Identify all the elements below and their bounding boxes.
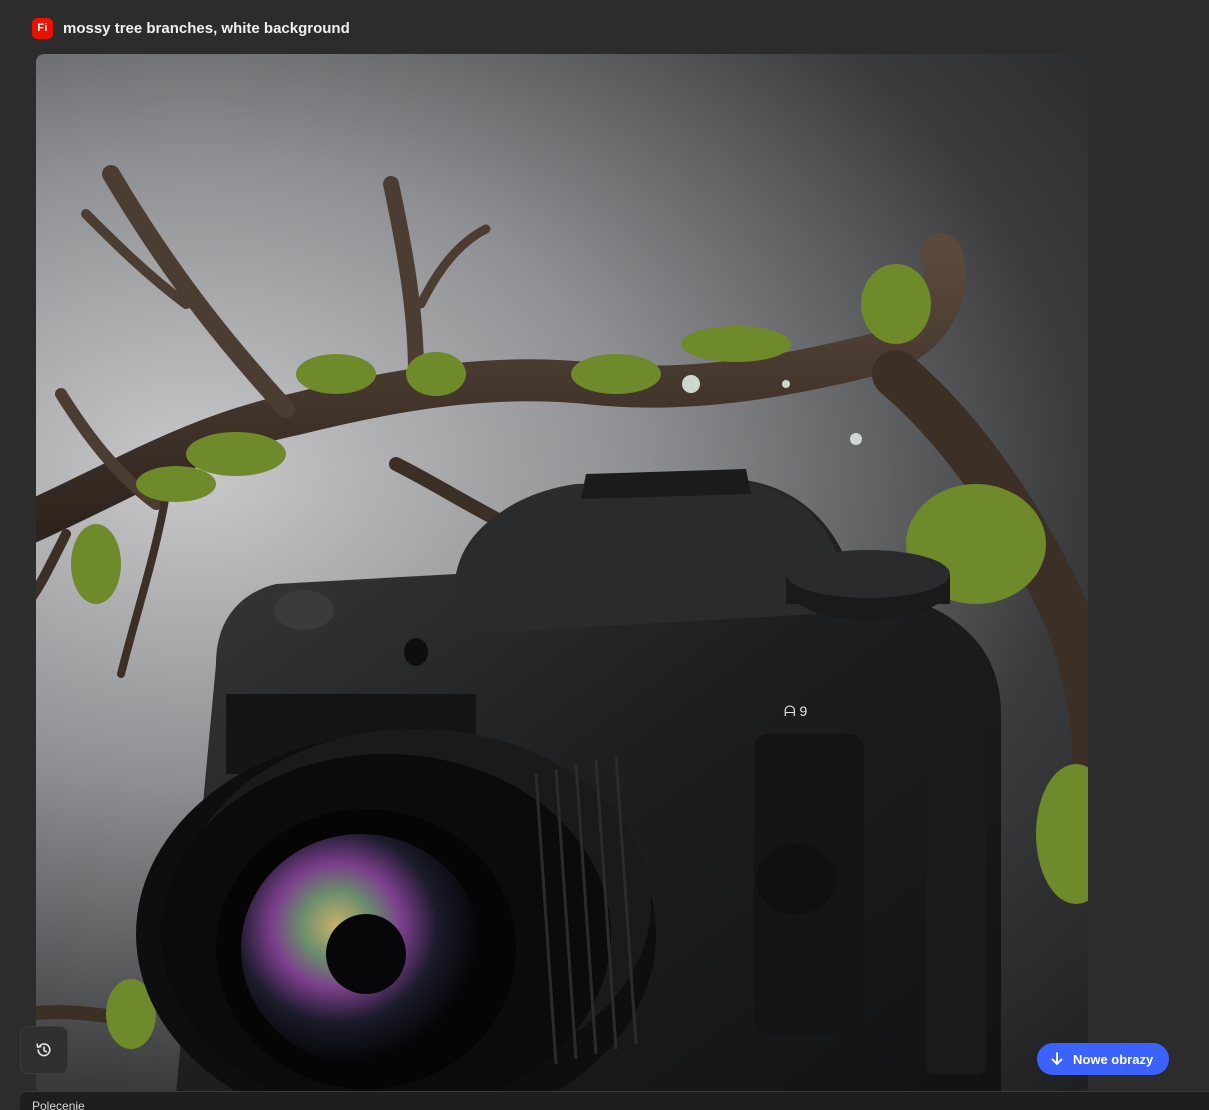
prompt-header: Fi mossy tree branches, white background [32, 17, 350, 39]
history-icon [36, 1043, 51, 1057]
generated-image-artwork: ᗩ 9 [36, 165, 1088, 1094]
new-images-label: Nowe obrazy [1073, 1051, 1154, 1067]
camera [136, 469, 1001, 1094]
prompt-title: mossy tree branches, white background [63, 19, 350, 37]
camera-mode-label: ᗩ 9 [784, 703, 808, 719]
app-window: Fi mossy tree branches, white background [0, 0, 1209, 1110]
arrow-down-icon [1051, 1052, 1063, 1065]
firefly-logo: Fi [32, 17, 53, 39]
new-images-button[interactable]: Nowe obrazy [1037, 1043, 1170, 1075]
prompt-panel[interactable]: Polecenie [20, 1091, 1209, 1110]
history-button[interactable] [20, 1026, 68, 1074]
generated-image[interactable]: ᗩ 9 [36, 54, 1088, 1094]
prompt-label: Polecenie [32, 1099, 85, 1110]
